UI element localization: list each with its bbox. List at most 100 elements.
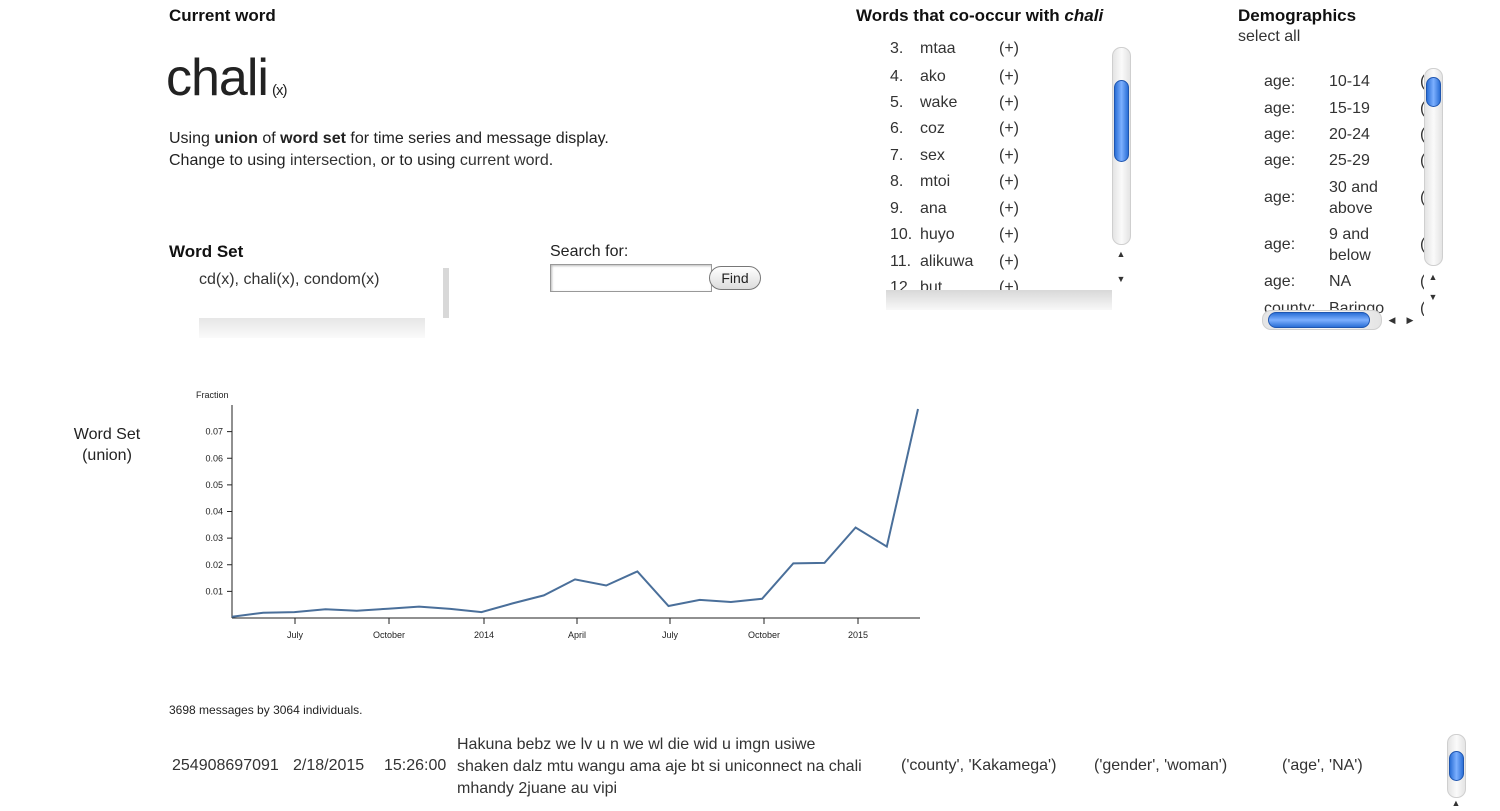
item-word[interactable]: mtaa	[920, 40, 956, 58]
demo-value: 9 and below	[1329, 226, 1371, 264]
message-id: 254908697091	[172, 757, 279, 774]
add-word-button[interactable]: (+)	[999, 279, 1019, 290]
word-set-box[interactable]: cd(x), chali(x), condom(x)	[199, 268, 449, 318]
messages-scrollbar[interactable]	[1447, 734, 1466, 798]
scroll-left-icon[interactable]: ◀	[1384, 313, 1400, 327]
intersection-link[interactable]: intersection	[290, 152, 372, 169]
demographics-list[interactable]: age:10-14( age:15-19( age:20-24( age:25-…	[1262, 68, 1424, 316]
add-word-button[interactable]: (+)	[999, 147, 1019, 165]
demo-count: (	[1420, 271, 1424, 292]
y-tick-label: 0.04	[205, 507, 223, 517]
x-tick-label: 2014	[474, 630, 494, 640]
mode-text: Change to using	[169, 152, 290, 169]
scroll-up-icon[interactable]: ▲	[1448, 796, 1464, 810]
add-word-button[interactable]: (+)	[999, 40, 1019, 58]
x-tick-label: April	[568, 630, 586, 640]
word-set-scrollbar[interactable]	[199, 318, 425, 338]
mode-description: Using union of word set for time series …	[169, 128, 609, 172]
item-rank: 11.	[890, 253, 912, 270]
y-axis-label: Fraction	[196, 390, 229, 400]
item-rank: 7.	[890, 147, 904, 164]
add-word-button[interactable]: (+)	[999, 173, 1019, 191]
x-tick-label: October	[373, 630, 405, 640]
y-tick-label: 0.01	[205, 586, 223, 596]
y-tick-label: 0.05	[205, 480, 223, 490]
demo-value: 10-14	[1329, 73, 1370, 90]
item-word[interactable]: alikuwa	[920, 253, 973, 271]
item-word[interactable]: ana	[920, 200, 947, 218]
message-date: 2/18/2015	[293, 757, 365, 774]
search-label: Search for:	[550, 243, 629, 260]
add-word-button[interactable]: (+)	[999, 120, 1019, 138]
message-text-line: mhandy 2juane au vipi	[457, 780, 618, 797]
cooccur-scroll-thumb[interactable]	[1114, 80, 1129, 162]
mode-text: of	[257, 130, 281, 147]
message-age: ('age', 'NA')	[1282, 757, 1363, 774]
demo-value: 30 and above	[1329, 179, 1378, 217]
word-set-chart: Fraction 0.01 0.02 0.03 0.04 0.05 0.06 0.07 Ju…	[196, 390, 920, 640]
remove-current-word-link[interactable]: (x)	[272, 82, 287, 99]
current-word-text: chali	[166, 49, 269, 107]
demographics-hscroll-thumb[interactable]	[1268, 312, 1370, 328]
demo-key: age:	[1264, 236, 1296, 253]
cooccur-scrollbar[interactable]	[1112, 47, 1131, 245]
series-line	[231, 408, 919, 618]
scroll-down-icon[interactable]: ▼	[1425, 290, 1441, 304]
current-word: chali (x)	[166, 48, 287, 108]
demo-count: (	[1420, 298, 1424, 316]
cooccur-hscrollbar[interactable]	[886, 290, 1112, 310]
demo-key: age:	[1264, 100, 1296, 117]
cooccur-list[interactable]: 3. mtaa (+) 4. ako (+) 5. wake (+) 6. coz (+) 7.…	[886, 40, 1112, 290]
mode-union: union	[214, 130, 258, 147]
item-word[interactable]: coz	[920, 120, 945, 138]
add-word-button[interactable]: (+)	[999, 200, 1019, 218]
mode-text: , or to using	[371, 152, 460, 169]
item-word[interactable]: mtoi	[920, 173, 950, 191]
messages-scroll-thumb[interactable]	[1449, 751, 1464, 781]
add-word-button[interactable]: (+)	[999, 253, 1019, 271]
y-tick-label: 0.07	[205, 427, 223, 437]
demo-value: 15-19	[1329, 100, 1370, 117]
y-tick-label: 0.06	[205, 453, 223, 463]
x-ticks: July October 2014 April July October 2015	[287, 618, 868, 640]
word-set-label: Word Set	[169, 242, 244, 261]
find-button[interactable]: Find	[709, 266, 761, 290]
demo-value: NA	[1329, 273, 1352, 290]
demographics-hscrollbar[interactable]	[1262, 310, 1382, 330]
current-word-link[interactable]: current word	[460, 152, 549, 169]
demographics-title: Demographics	[1238, 6, 1357, 25]
mode-word-set: word set	[280, 130, 346, 147]
message-time: 15:26:00	[384, 757, 447, 774]
item-word[interactable]: ako	[920, 68, 946, 86]
x-tick-label: July	[287, 630, 304, 640]
message-gender: ('gender', 'woman')	[1094, 757, 1228, 774]
scroll-down-icon[interactable]: ▼	[1113, 272, 1129, 286]
y-tick-label: 0.03	[205, 533, 223, 543]
add-word-button[interactable]: (+)	[999, 94, 1019, 112]
demo-key: age:	[1264, 189, 1296, 206]
item-word[interactable]: sex	[920, 147, 945, 165]
scroll-up-icon[interactable]: ▲	[1425, 270, 1441, 284]
search-input[interactable]	[550, 264, 712, 292]
item-word[interactable]: huyo	[920, 226, 955, 244]
mode-text: for time series and message display.	[345, 130, 609, 147]
add-word-button[interactable]: (+)	[999, 226, 1019, 244]
demo-key: age:	[1264, 73, 1296, 90]
y-ticks: 0.01 0.02 0.03 0.04 0.05 0.06 0.07	[205, 427, 232, 596]
message-text: Hakuna bebz we lv u n we wl die wid u im…	[457, 734, 862, 800]
demo-value: 25-29	[1329, 152, 1370, 169]
demographics-scroll-thumb[interactable]	[1426, 77, 1441, 107]
current-word-label: Current word	[169, 6, 276, 25]
add-word-button[interactable]: (+)	[999, 68, 1019, 86]
item-word[interactable]: but	[920, 279, 942, 290]
demographics-scrollbar[interactable]	[1424, 68, 1443, 266]
scroll-up-icon[interactable]: ▲	[1113, 247, 1129, 261]
item-rank: 3.	[890, 40, 904, 57]
select-all-link[interactable]: select all	[1238, 28, 1300, 46]
item-word[interactable]: wake	[920, 94, 957, 112]
item-rank: 12.	[890, 279, 913, 290]
word-set-value[interactable]: cd(x), chali(x), condom(x)	[199, 271, 379, 289]
x-tick-label: 2015	[848, 630, 868, 640]
scroll-right-icon[interactable]: ▶	[1402, 313, 1418, 327]
demo-key: age:	[1264, 126, 1296, 143]
